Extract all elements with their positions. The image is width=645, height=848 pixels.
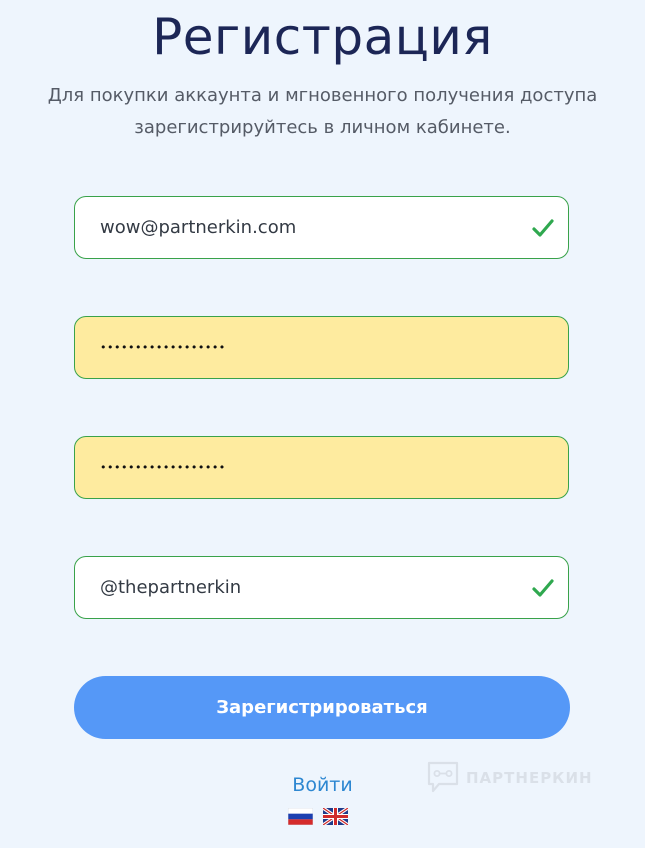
- page-subtitle: Для покупки аккаунта и мгновенного получ…: [30, 80, 615, 144]
- subtitle-line: зарегистрируйтесь в личном кабинете.: [134, 117, 511, 138]
- telegram-field[interactable]: [100, 557, 508, 618]
- page-title: Регистрация: [152, 8, 493, 66]
- watermark: ПАРТНЕРКИН: [426, 760, 593, 796]
- password-confirm-field[interactable]: [100, 437, 508, 498]
- password-field[interactable]: [100, 317, 508, 378]
- check-icon: [532, 219, 554, 237]
- chat-bubble-icon: [427, 761, 459, 793]
- password-field-wrapper: [74, 316, 569, 379]
- watermark-text: ПАРТНЕРКИН: [466, 769, 593, 787]
- russia-flag-icon[interactable]: [288, 808, 313, 825]
- email-field-wrapper: [74, 196, 569, 259]
- language-switcher: [288, 808, 348, 825]
- check-icon: [532, 579, 554, 597]
- uk-flag-icon[interactable]: [323, 808, 348, 825]
- register-button[interactable]: Зарегистрироваться: [74, 676, 570, 739]
- telegram-field-wrapper: [74, 556, 569, 619]
- email-field[interactable]: [100, 197, 508, 258]
- password-confirm-field-wrapper: [74, 436, 569, 499]
- subtitle-line: Для покупки аккаунта и мгновенного получ…: [47, 85, 598, 106]
